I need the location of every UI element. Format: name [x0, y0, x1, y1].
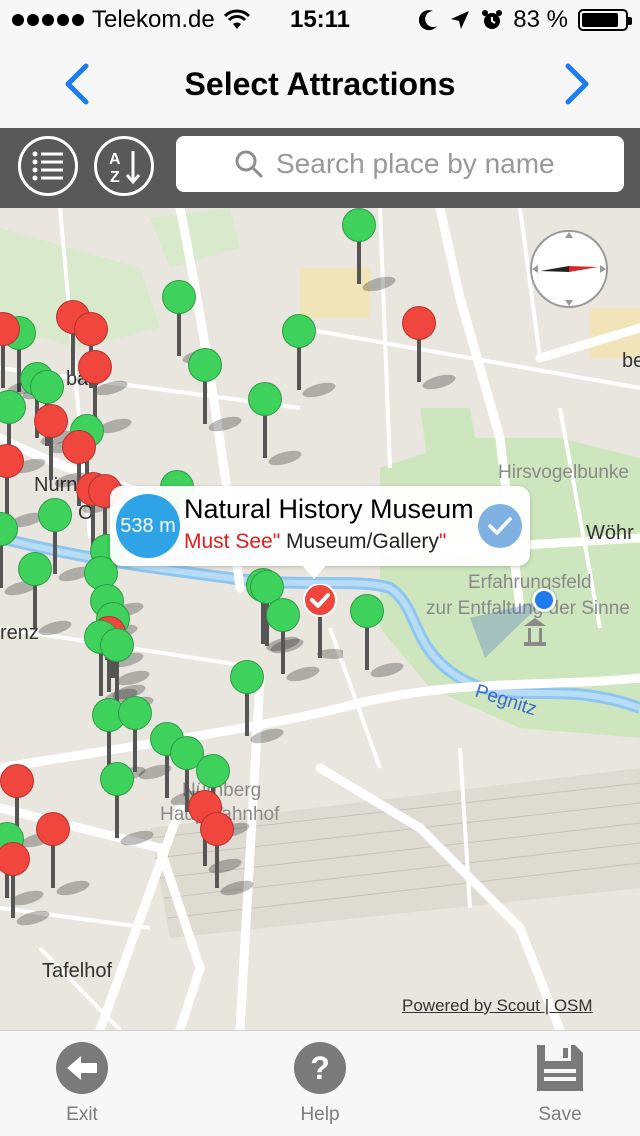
navigation-bar: Select Attractions [0, 40, 640, 128]
compass-button[interactable] [530, 230, 608, 308]
checkmark-icon [488, 517, 512, 535]
user-location-marker [532, 588, 556, 612]
list-view-button[interactable] [18, 136, 78, 196]
alarm-icon [482, 10, 503, 29]
map-label-tafelhof: Tafelhof [42, 960, 113, 982]
attraction-pin[interactable] [36, 812, 91, 899]
svg-text:A: A [109, 151, 121, 168]
help-question-icon: ? [294, 1042, 346, 1094]
attraction-pin[interactable] [282, 314, 337, 401]
attraction-pin[interactable] [200, 812, 255, 899]
select-toggle[interactable] [478, 504, 522, 548]
selected-attraction-pin[interactable] [303, 583, 349, 669]
chevron-right-icon[interactable] [556, 62, 596, 106]
help-label: Help [300, 1104, 340, 1125]
attraction-pin[interactable] [266, 598, 321, 685]
search-input[interactable] [276, 146, 606, 182]
save-button[interactable]: Save [500, 1041, 620, 1126]
map-label-hirsvogelbunker: Hirsvogelbunke [498, 462, 629, 483]
moon-icon [419, 10, 438, 31]
location-arrow-icon [451, 11, 470, 29]
bottom-toolbar: Exit ? Help Save [0, 1030, 640, 1136]
landmark-icon [524, 618, 546, 646]
sort-a-z-icon: A Z [109, 151, 141, 186]
status-bar: Telekom.de 15:11 83 % [0, 0, 640, 40]
exit-label: Exit [66, 1104, 98, 1125]
map-toolbar: A Z [0, 128, 640, 208]
svg-text:?: ? [310, 1050, 330, 1086]
battery-percent: 83 % [513, 6, 568, 33]
attraction-pin[interactable] [402, 306, 457, 393]
selected-pin-check-icon [303, 583, 349, 659]
attraction-category: Museum/Gallery [286, 530, 439, 553]
exit-button[interactable]: Exit [22, 1041, 142, 1126]
attraction-pin[interactable] [0, 312, 41, 399]
exit-arrow-icon [56, 1042, 108, 1094]
map-label-wohr: Wöhr [586, 522, 634, 544]
page-title: Select Attractions [184, 66, 456, 102]
attraction-pin[interactable] [342, 208, 397, 295]
attraction-pin[interactable] [188, 348, 243, 435]
attraction-pin[interactable] [248, 382, 303, 469]
battery-icon [578, 9, 632, 31]
search-bar[interactable] [176, 136, 624, 192]
list-icon [32, 151, 63, 181]
help-button[interactable]: ? Help [260, 1041, 380, 1126]
attraction-pin[interactable] [18, 552, 73, 639]
save-floppy-icon [537, 1045, 583, 1091]
compass-icon [532, 232, 606, 306]
status-right: 83 % [419, 6, 632, 34]
attraction-name: Natural History Museum [184, 494, 474, 524]
map-attribution-link[interactable]: Powered by Scout | OSM [402, 996, 593, 1016]
attraction-pin[interactable] [0, 512, 39, 599]
map-label-be: be [622, 350, 640, 372]
sort-button[interactable]: A Z [94, 136, 154, 196]
attraction-pin[interactable] [350, 594, 405, 681]
attraction-category-line: "Must See"‎ Museum/Gallery [184, 530, 447, 553]
attraction-pin[interactable] [0, 842, 51, 929]
save-label: Save [538, 1104, 582, 1125]
search-icon [235, 150, 263, 178]
distance-badge: 538 m [116, 494, 180, 558]
svg-text:Z: Z [110, 169, 120, 186]
callout-pointer [300, 563, 328, 579]
attraction-pin[interactable] [230, 660, 285, 747]
attraction-pin[interactable] [100, 762, 155, 849]
attraction-callout[interactable]: 538 m Natural History Museum "Must See"‎… [110, 486, 530, 566]
map-view[interactable]: bad Nürnberg O renz Tafelhof Hirsvogelbu… [0, 208, 640, 1030]
